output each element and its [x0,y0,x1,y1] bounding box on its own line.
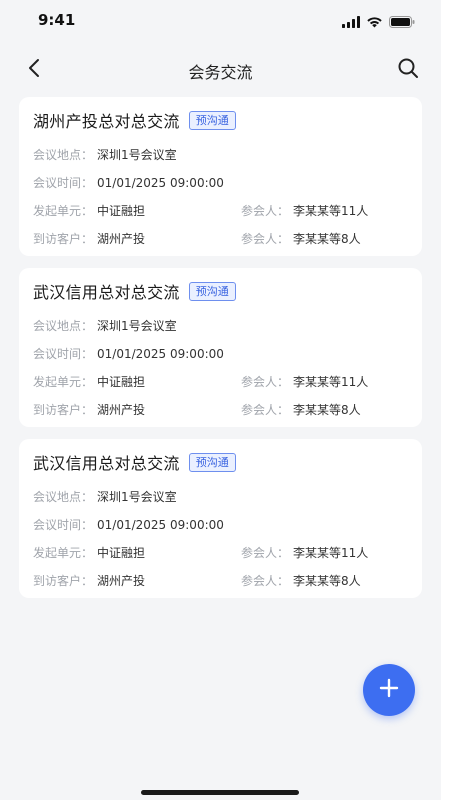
client-participants-row: 参会人： 李某某等8人 [241,572,361,589]
status-badge: 预沟通 [188,281,236,301]
client-label: 到访客户： [33,403,94,417]
wifi-icon [366,13,383,32]
status-icons [342,13,415,32]
client-participants-label: 参会人： [241,403,290,417]
time-label: 会议时间： [33,176,94,190]
client-participants-value: 李某某等8人 [293,403,361,417]
initiator-value: 中证融担 [97,375,146,389]
card-title-row: 武汉信用总对总交流 预沟通 [33,279,236,303]
page-title: 会务交流 [188,63,253,82]
initiator-label: 发起单元： [33,204,94,218]
location-value: 深圳1号会议室 [97,148,177,162]
search-button[interactable] [395,57,421,83]
participants-row: 参会人： 李某某等11人 [241,373,368,390]
nav-bar: 会务交流 [0,48,441,92]
time-value: 01/01/2025 09:00:00 [97,346,224,361]
location-label: 会议地点： [33,148,94,162]
status-bar: 9:41 [0,0,441,40]
participants-value: 李某某等11人 [293,546,369,560]
client-label: 到访客户： [33,574,94,588]
location-label: 会议地点： [33,319,94,333]
initiator-row: 发起单元： 中证融担 [33,373,145,390]
location-row: 会议地点： 深圳1号会议室 [33,317,177,334]
home-indicator [141,790,299,795]
meeting-card[interactable]: 武汉信用总对总交流 预沟通 会议地点： 深圳1号会议室 会议时间： 01/01/… [19,439,422,598]
time-value: 01/01/2025 09:00:00 [97,517,224,532]
client-label: 到访客户： [33,232,94,246]
plus-icon [378,677,400,703]
client-value: 湖州产投 [97,403,146,417]
location-row: 会议地点： 深圳1号会议室 [33,488,177,505]
initiator-label: 发起单元： [33,546,94,560]
initiator-row: 发起单元： 中证融担 [33,544,145,561]
battery-icon [389,13,415,32]
initiator-label: 发起单元： [33,375,94,389]
client-participants-value: 李某某等8人 [293,574,361,588]
time-row: 会议时间： 01/01/2025 09:00:00 [33,174,224,191]
meeting-card[interactable]: 湖州产投总对总交流 预沟通 会议地点： 深圳1号会议室 会议时间： 01/01/… [19,97,422,256]
client-participants-value: 李某某等8人 [293,232,361,246]
client-row: 到访客户： 湖州产投 [33,401,145,418]
initiator-value: 中证融担 [97,204,146,218]
client-participants-row: 参会人： 李某某等8人 [241,401,361,418]
participants-label: 参会人： [241,204,290,218]
time-row: 会议时间： 01/01/2025 09:00:00 [33,516,224,533]
initiator-row: 发起单元： 中证融担 [33,202,145,219]
client-participants-label: 参会人： [241,232,290,246]
phone-screen: 9:41 会务交流 湖州产投总对总交流 预沟通 会议地点： 深圳1号会议室 会议… [0,0,441,800]
participants-label: 参会人： [241,375,290,389]
participants-value: 李某某等11人 [293,375,369,389]
location-value: 深圳1号会议室 [97,490,177,504]
search-icon [397,57,419,83]
time-value: 01/01/2025 09:00:00 [97,175,224,190]
status-badge: 预沟通 [188,110,236,130]
time-label: 会议时间： [33,518,94,532]
location-label: 会议地点： [33,490,94,504]
meeting-title: 武汉信用总对总交流 [33,283,180,302]
location-row: 会议地点： 深圳1号会议室 [33,146,177,163]
client-row: 到访客户： 湖州产投 [33,230,145,247]
meeting-title: 湖州产投总对总交流 [33,112,180,131]
meeting-card[interactable]: 武汉信用总对总交流 预沟通 会议地点： 深圳1号会议室 会议时间： 01/01/… [19,268,422,427]
card-title-row: 湖州产投总对总交流 预沟通 [33,108,236,132]
client-value: 湖州产投 [97,574,146,588]
time-label: 会议时间： [33,347,94,361]
client-participants-row: 参会人： 李某某等8人 [241,230,361,247]
participants-label: 参会人： [241,546,290,560]
card-title-row: 武汉信用总对总交流 预沟通 [33,450,236,474]
signal-icon [342,13,360,32]
participants-row: 参会人： 李某某等11人 [241,544,368,561]
meeting-list: 湖州产投总对总交流 预沟通 会议地点： 深圳1号会议室 会议时间： 01/01/… [19,97,422,610]
initiator-value: 中证融担 [97,546,146,560]
client-value: 湖州产投 [97,232,146,246]
participants-row: 参会人： 李某某等11人 [241,202,368,219]
time-row: 会议时间： 01/01/2025 09:00:00 [33,345,224,362]
status-badge: 预沟通 [188,452,236,472]
location-value: 深圳1号会议室 [97,319,177,333]
add-meeting-button[interactable] [363,664,415,716]
status-time: 9:41 [38,11,76,29]
participants-value: 李某某等11人 [293,204,369,218]
meeting-title: 武汉信用总对总交流 [33,454,180,473]
client-row: 到访客户： 湖州产投 [33,572,145,589]
client-participants-label: 参会人： [241,574,290,588]
